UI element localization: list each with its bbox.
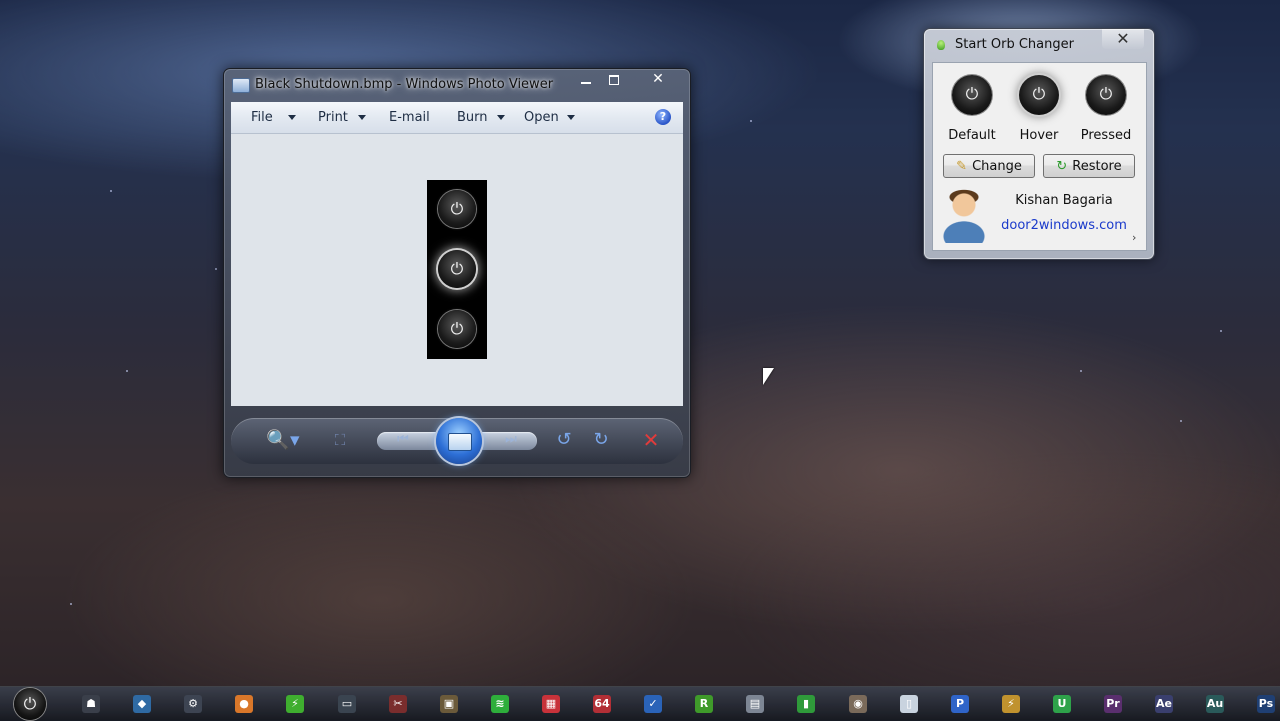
star <box>215 268 217 270</box>
star <box>110 190 112 192</box>
delete-icon[interactable]: ✕ <box>639 428 663 452</box>
app-14-icon[interactable]: ▤ <box>746 695 764 713</box>
aftereffects-icon[interactable]: Ae <box>1155 695 1173 713</box>
audition-icon[interactable]: Au <box>1206 695 1224 713</box>
premiere-icon[interactable]: Pr <box>1104 695 1122 713</box>
chevron-down-icon[interactable] <box>497 115 505 120</box>
app-18-icon[interactable]: P <box>951 695 969 713</box>
menu-email[interactable]: E-mail <box>389 110 430 125</box>
app-15-icon[interactable]: ▮ <box>797 695 815 713</box>
window-title: Black Shutdown.bmp - Windows Photo Viewe… <box>255 77 554 92</box>
menu-open[interactable]: Open <box>524 110 559 125</box>
app-12-icon[interactable]: ✓ <box>644 695 662 713</box>
power-icon: ⏻ <box>1099 84 1113 103</box>
rotate-right-icon[interactable]: ↻ <box>589 428 613 452</box>
slideshow-icon <box>448 433 472 451</box>
menu-file[interactable]: File <box>251 110 273 125</box>
playback-controls: 🔍▾ ⛶ ⏮ ⏭ ↺ ↻ ✕ <box>231 418 683 464</box>
star <box>1180 420 1182 422</box>
menu-print[interactable]: Print <box>318 110 348 125</box>
zoom-icon[interactable]: 🔍▾ <box>263 428 303 452</box>
power-icon: ⏻ <box>450 199 464 218</box>
help-icon[interactable]: ? <box>655 109 671 125</box>
app-16-icon[interactable]: ◉ <box>849 695 867 713</box>
menu-bar: File Print E-mail Burn Open ? <box>231 102 683 134</box>
star <box>1220 330 1222 332</box>
maximize-button[interactable] <box>601 71 627 88</box>
basketball-icon[interactable]: ● <box>235 695 253 713</box>
author-avatar <box>942 187 986 243</box>
app-5-icon[interactable]: ⚡ <box>286 695 304 713</box>
orb-panel: ⏻ ⏻ ⏻ Default Hover Pressed ✎ Change ↻ Res… <box>932 62 1147 251</box>
taskbar: ⏻ ☗ ◆ ⚙ ● ⚡ ▭ ✂ ▣ ≋ ▦ 64 ✓ R ▤ ▮ ◉ ▯ P ⚡ U Pr Ae Au Ps <box>0 686 1280 721</box>
app-9-icon[interactable]: ≋ <box>491 695 509 713</box>
mouse-cursor-icon <box>763 368 774 385</box>
label-default: Default <box>948 128 996 143</box>
window-title: Start Orb Changer <box>955 37 1074 52</box>
app-1-icon[interactable]: ☗ <box>82 695 100 713</box>
star <box>750 120 752 122</box>
author-name: Kishan Bagaria <box>1015 193 1113 208</box>
app-10-icon[interactable]: ▦ <box>542 695 560 713</box>
author-link[interactable]: door2windows.com <box>999 218 1129 233</box>
rotate-left-icon[interactable]: ↺ <box>552 428 576 452</box>
start-orb-changer-window[interactable]: Start Orb Changer ✕ ⏻ ⏻ ⏻ Default Hover … <box>923 28 1155 260</box>
photo-viewer-icon <box>232 78 250 93</box>
app-13-icon[interactable]: R <box>695 695 713 713</box>
chevron-down-icon[interactable] <box>288 115 296 120</box>
chevron-down-icon[interactable] <box>567 115 575 120</box>
app-17-icon[interactable]: ▯ <box>900 695 918 713</box>
chevron-right-icon[interactable]: › <box>1132 231 1136 244</box>
power-icon: ⏻ <box>1032 84 1046 103</box>
displayed-image: ⏻ ⏻ ⏻ <box>427 180 487 359</box>
power-orb-default: ⏻ <box>438 190 476 228</box>
restore-icon: ↻ <box>1056 159 1068 174</box>
change-label: Change <box>972 159 1022 174</box>
menu-burn[interactable]: Burn <box>457 110 488 125</box>
orb-default-preview: ⏻ <box>952 75 992 115</box>
star <box>1080 370 1082 372</box>
minimize-button[interactable] <box>573 71 599 88</box>
photoshop-icon[interactable]: Ps <box>1257 695 1275 713</box>
app-20-icon[interactable]: U <box>1053 695 1071 713</box>
actual-size-icon[interactable]: ⛶ <box>328 428 352 452</box>
chevron-down-icon[interactable] <box>358 115 366 120</box>
restore-label: Restore <box>1072 159 1122 174</box>
app-icon <box>937 40 945 50</box>
title-bar[interactable]: Black Shutdown.bmp - Windows Photo Viewe… <box>224 69 690 101</box>
start-button[interactable]: ⏻ <box>14 688 46 720</box>
power-orb-pressed: ⏻ <box>438 310 476 348</box>
label-pressed: Pressed <box>1080 128 1132 143</box>
previous-icon[interactable]: ⏮ <box>391 428 415 452</box>
app-8-icon[interactable]: ▣ <box>440 695 458 713</box>
star <box>70 603 72 605</box>
close-button[interactable]: ✕ <box>630 71 686 88</box>
app-2-icon[interactable]: ◆ <box>133 695 151 713</box>
label-hover: Hover <box>1019 128 1059 143</box>
power-icon: ⏻ <box>450 259 464 278</box>
close-button[interactable]: ✕ <box>1102 29 1144 49</box>
steam-icon[interactable]: ⚙ <box>184 695 202 713</box>
app-7-icon[interactable]: ✂ <box>389 695 407 713</box>
orb-hover-preview: ⏻ <box>1019 75 1059 115</box>
change-button[interactable]: ✎ Change <box>943 154 1035 178</box>
power-icon: ⏻ <box>450 319 464 338</box>
next-icon[interactable]: ⏭ <box>499 428 523 452</box>
power-orb-hover: ⏻ <box>438 250 476 288</box>
star <box>126 370 128 372</box>
app-19-icon[interactable]: ⚡ <box>1002 695 1020 713</box>
power-icon: ⏻ <box>965 84 979 103</box>
image-viewport[interactable]: ⏻ ⏻ ⏻ <box>231 134 683 406</box>
photo-viewer-window[interactable]: Black Shutdown.bmp - Windows Photo Viewe… <box>223 68 691 478</box>
orb-pressed-preview: ⏻ <box>1086 75 1126 115</box>
brush-icon: ✎ <box>956 159 968 174</box>
slideshow-button[interactable] <box>436 418 482 464</box>
app-11-icon[interactable]: 64 <box>593 695 611 713</box>
restore-button[interactable]: ↻ Restore <box>1043 154 1135 178</box>
app-6-icon[interactable]: ▭ <box>338 695 356 713</box>
